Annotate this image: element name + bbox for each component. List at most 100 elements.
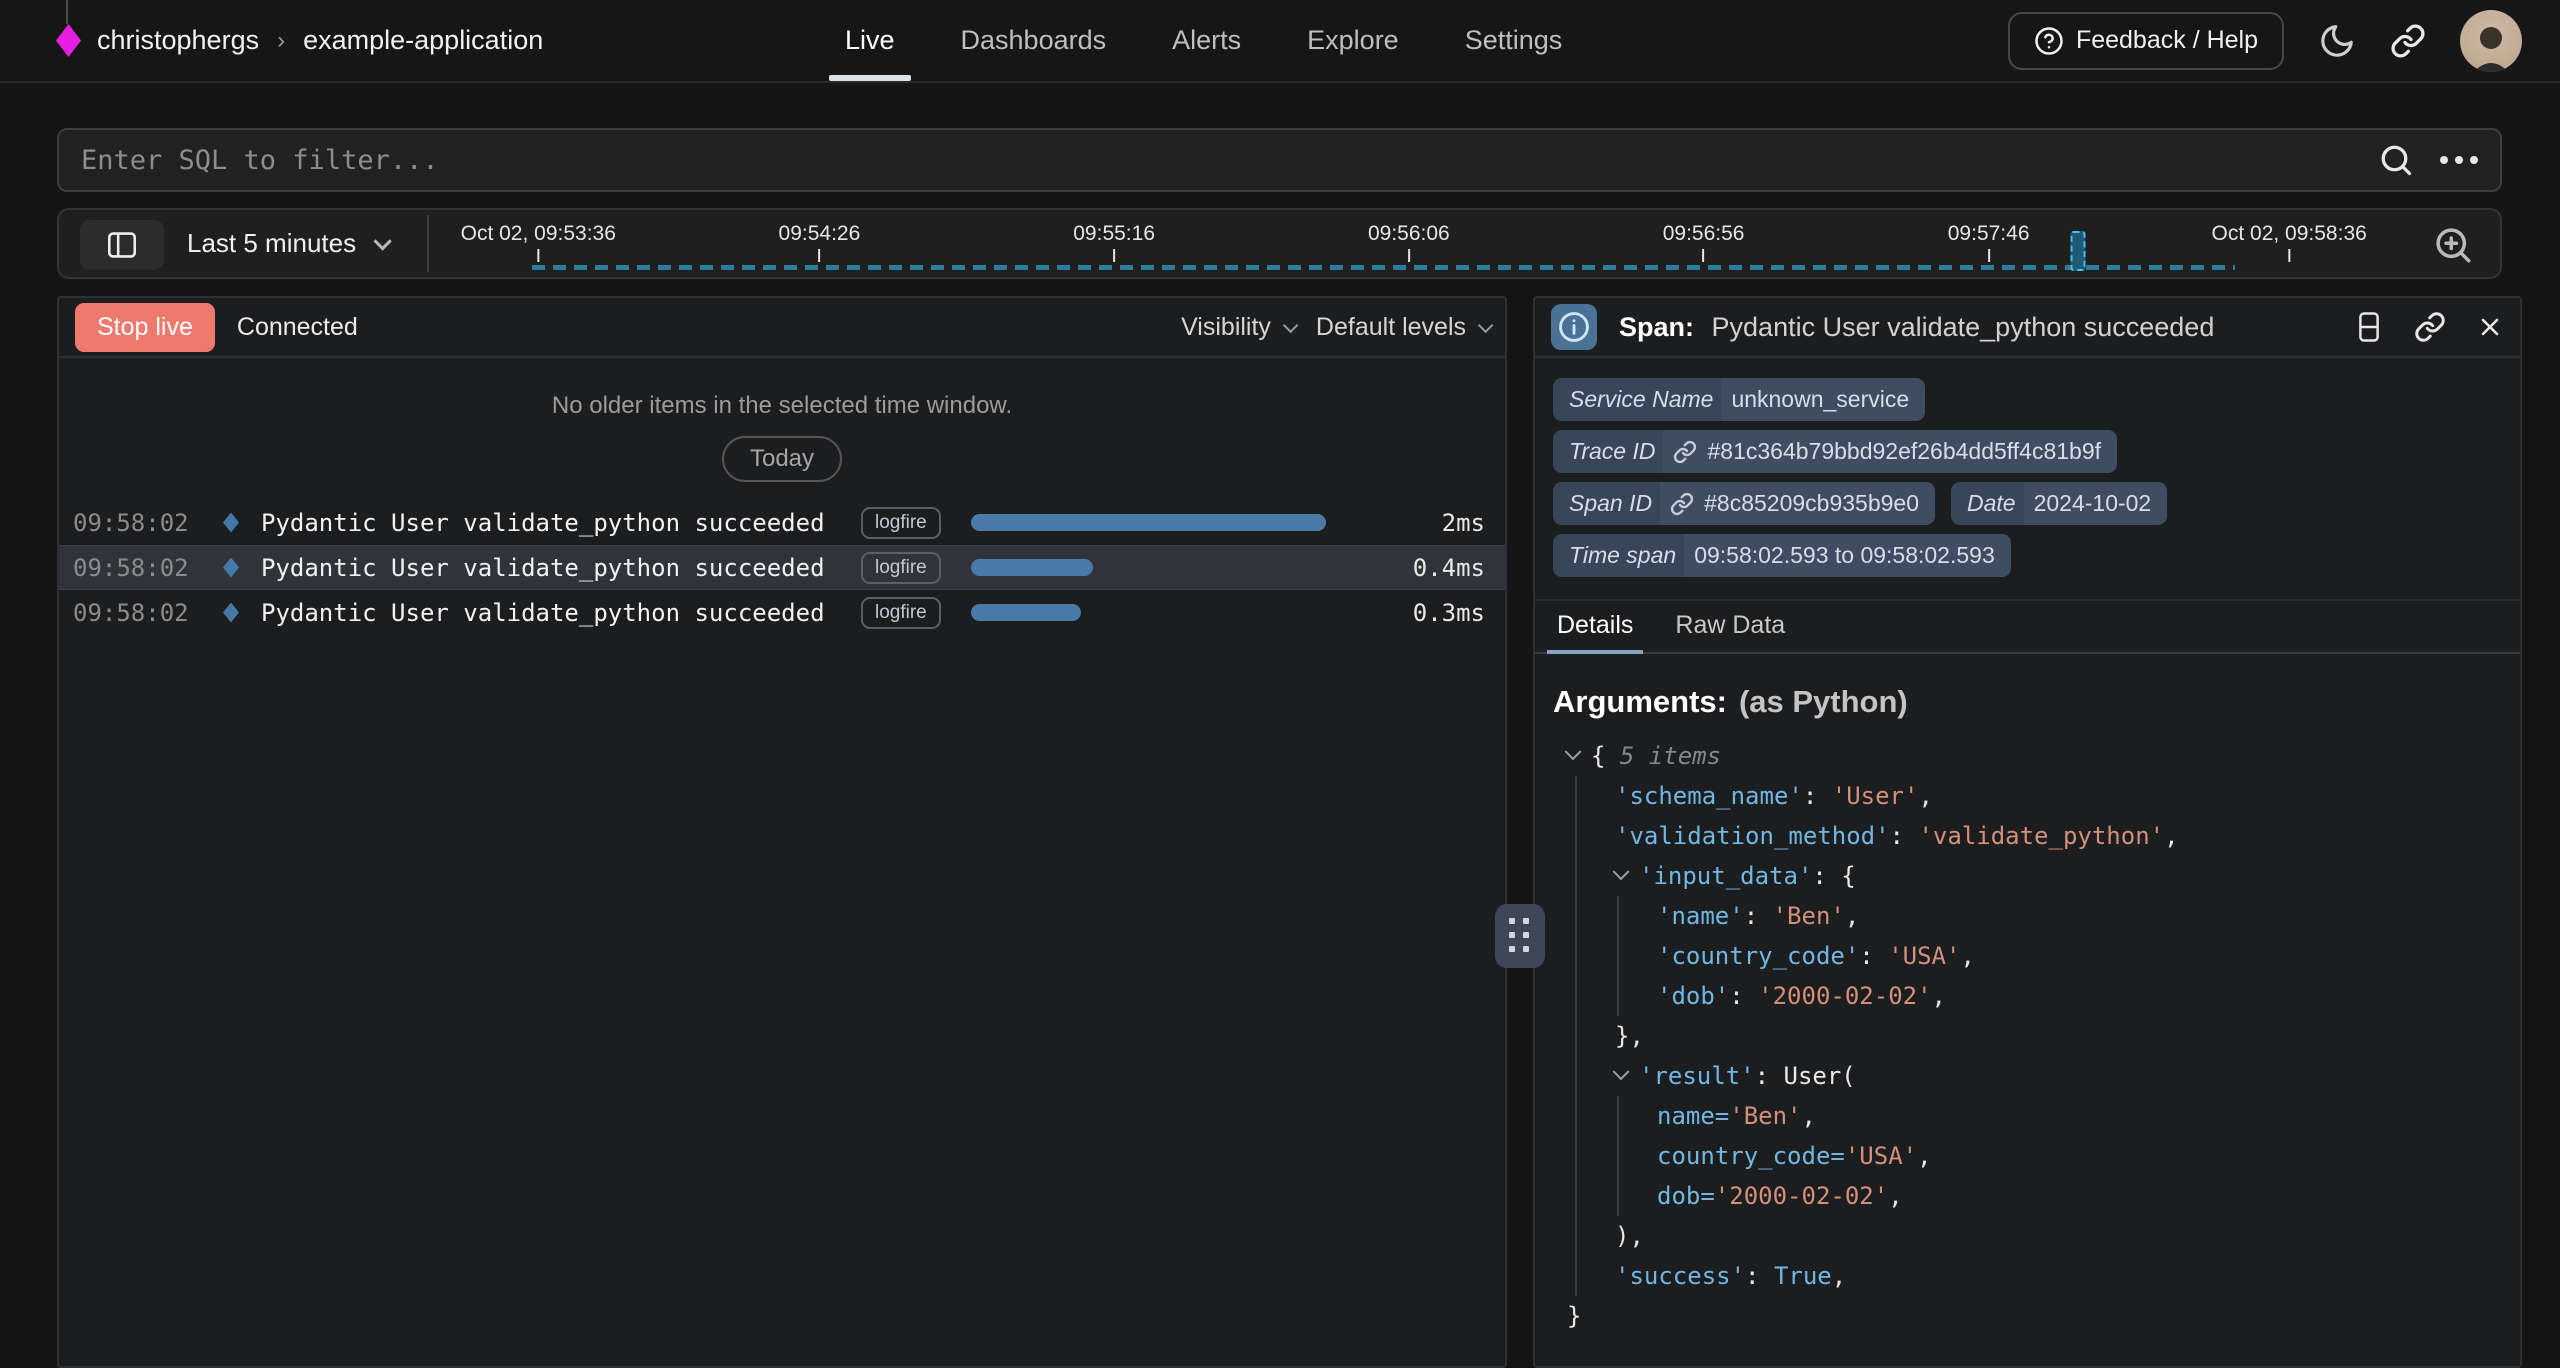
timeline-tick-label: 09:55:16: [1073, 222, 1155, 246]
log-row-duration-bar: [971, 514, 1326, 531]
dark-mode-moon-icon[interactable]: [2318, 22, 2356, 60]
zoom-in-icon[interactable]: [2432, 224, 2474, 266]
sidebar-toggle-button[interactable]: [80, 220, 164, 270]
main-nav: Live Dashboards Alerts Explore Settings: [845, 0, 1562, 81]
code-segment: :: [1803, 782, 1832, 810]
link-icon: [1670, 492, 1694, 516]
log-row-duration-bar-zone: [971, 604, 1385, 621]
timeline-tick-label: Oct 02, 09:53:36: [461, 222, 616, 246]
code-segment: 'validation_method': [1615, 822, 1890, 850]
timebar-divider: [427, 215, 429, 272]
timeline[interactable]: Oct 02, 09:53:3609:54:2609:55:1609:56:06…: [451, 210, 2390, 277]
user-avatar[interactable]: [2460, 10, 2522, 72]
code-segment: ,: [1845, 902, 1859, 930]
code-segment: :: [1744, 902, 1773, 930]
log-row-timestamp: 09:58:02: [73, 554, 223, 582]
code-segment: 'name': [1657, 902, 1744, 930]
badge-value: 09:58:02.593 to 09:58:02.593: [1684, 534, 2011, 577]
time-range-selector[interactable]: Last 5 minutes: [187, 210, 387, 277]
code-segment: ,: [1917, 1142, 1931, 1170]
log-row[interactable]: 09:58:02Pydantic User validate_python su…: [59, 545, 1505, 590]
code-segment: True: [1774, 1262, 1832, 1290]
tab-raw-data[interactable]: Raw Data: [1671, 601, 1789, 652]
log-rows: 09:58:02 Pydantic User validate_python su…: [59, 500, 1505, 635]
code-segment: :: [1745, 1262, 1774, 1290]
badge-trace-id: Trace ID #81c364b79bbd92ef26b4dd5ff4c81b…: [1553, 430, 2117, 473]
logfire-logo-icon[interactable]: [56, 24, 81, 57]
badge-label: Span ID: [1553, 482, 1660, 525]
tab-settings[interactable]: Settings: [1465, 0, 1563, 81]
copy-link-icon[interactable]: [2414, 311, 2446, 343]
log-row-duration-bar: [971, 559, 1093, 576]
stop-live-button[interactable]: Stop live: [75, 303, 215, 352]
code-segment: country_code=: [1657, 1142, 1845, 1170]
timeline-tick: 09:56:06: [1368, 222, 1450, 262]
top-bar-actions: Feedback / Help: [2008, 0, 2522, 81]
code-segment: dob=: [1657, 1182, 1715, 1210]
today-button[interactable]: Today: [722, 436, 842, 482]
code-segment: 'success': [1615, 1262, 1745, 1290]
arguments-code-tree: { 5 items'schema_name': 'User','validati…: [1553, 736, 2520, 1336]
badge-value: unknown_service: [1721, 378, 1925, 421]
log-row-scope-badge[interactable]: logfire: [861, 597, 941, 629]
share-link-icon[interactable]: [2390, 23, 2426, 59]
visibility-dropdown[interactable]: Visibility: [1181, 313, 1294, 342]
timeline-tick-mark: [2288, 249, 2290, 262]
code-segment: : {: [1812, 862, 1855, 890]
log-row[interactable]: 09:58:02 Pydantic User validate_python su…: [59, 500, 1505, 545]
chevron-down-icon: [1478, 317, 1494, 333]
default-levels-dropdown[interactable]: Default levels: [1316, 313, 1489, 342]
breadcrumb-separator: ›: [275, 27, 287, 55]
live-feed-body: No older items in the selected time wind…: [59, 358, 1505, 1366]
feedback-help-button[interactable]: Feedback / Help: [2008, 12, 2284, 70]
collapse-caret-icon[interactable]: [1613, 1063, 1630, 1080]
tab-explore[interactable]: Explore: [1307, 0, 1399, 81]
badge-value-text: #8c85209cb935b9e0: [1704, 490, 1919, 517]
code-segment: ,: [1888, 1182, 1902, 1210]
log-row-timestamp: 09:58:02: [73, 509, 223, 537]
tab-details[interactable]: Details: [1553, 601, 1637, 652]
log-row-duration-bar: [971, 604, 1081, 621]
visibility-label: Visibility: [1181, 313, 1271, 342]
collapse-caret-icon[interactable]: [1613, 863, 1630, 880]
code-segment: ,: [1960, 942, 1974, 970]
code-segment: name=: [1657, 1102, 1729, 1130]
code-segment: ,: [2164, 822, 2178, 850]
log-row-scope-badge[interactable]: logfire: [861, 507, 941, 539]
close-icon[interactable]: [2476, 313, 2504, 341]
timeline-activity-spike[interactable]: [2070, 231, 2085, 271]
timeline-tick-mark: [1113, 249, 1115, 262]
code-line: name='Ben',: [1553, 1096, 2520, 1136]
code-segment: 'Ben': [1773, 902, 1845, 930]
sql-filter-input[interactable]: [81, 145, 2378, 176]
badge-value[interactable]: #81c364b79bbd92ef26b4dd5ff4c81b9f: [1663, 430, 2117, 473]
log-row-message: Pydantic User validate_python succeeded: [261, 509, 861, 537]
log-row[interactable]: 09:58:02Pydantic User validate_python su…: [59, 590, 1505, 635]
log-row-scope-badge[interactable]: logfire: [861, 552, 941, 584]
breadcrumb-project[interactable]: example-application: [303, 25, 543, 56]
tab-dashboards[interactable]: Dashboards: [961, 0, 1107, 81]
search-icon[interactable]: [2378, 142, 2414, 178]
code-line: 'name': 'Ben',: [1553, 896, 2520, 936]
badge-value[interactable]: #8c85209cb935b9e0: [1660, 482, 1935, 525]
empty-window-message: No older items in the selected time wind…: [59, 392, 1505, 420]
tab-alerts[interactable]: Alerts: [1172, 0, 1241, 81]
badge-row: Service Nameunknown_service: [1553, 378, 2520, 421]
span-diamond-icon: [223, 603, 239, 623]
more-options-icon[interactable]: [2440, 156, 2478, 164]
code-segment: {: [1591, 742, 1620, 770]
breadcrumb-org[interactable]: christophergs: [97, 25, 259, 56]
tab-live[interactable]: Live: [845, 0, 895, 81]
log-row-duration-bar-zone: [971, 514, 1385, 531]
code-segment: 'schema_name': [1615, 782, 1803, 810]
top-bar: christophergs › example-application Live…: [0, 0, 2560, 83]
collapse-caret-icon[interactable]: [1565, 743, 1582, 760]
connection-status: Connected: [237, 313, 358, 342]
main-content: Stop live Connected Visibility Default l…: [57, 296, 2522, 1368]
badge-service-name: Service Nameunknown_service: [1553, 378, 1925, 421]
timeline-tick: Oct 02, 09:58:36: [2212, 222, 2367, 262]
split-view-icon[interactable]: [2354, 311, 2384, 343]
log-row-message: Pydantic User validate_python succeeded: [261, 599, 861, 627]
panel-resize-handle[interactable]: [1495, 904, 1545, 968]
badge-label: Trace ID: [1553, 430, 1663, 473]
